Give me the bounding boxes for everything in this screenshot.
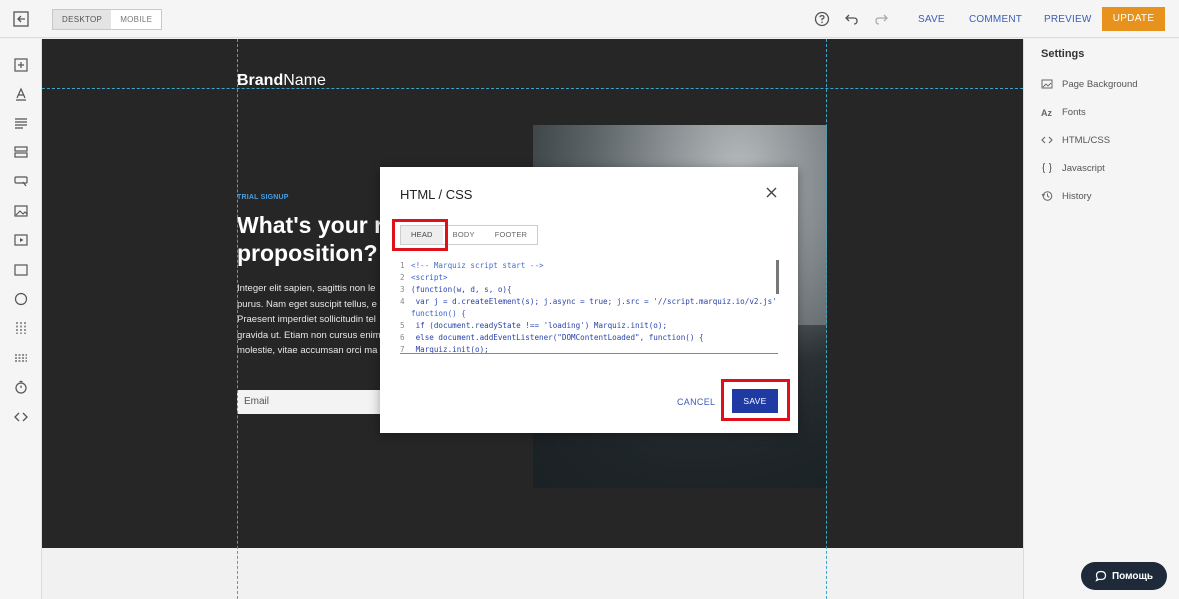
desktop-view-button[interactable]: DESKTOP xyxy=(53,10,112,29)
help-label: Помощь xyxy=(1111,570,1154,582)
text-icon[interactable] xyxy=(13,86,29,102)
code-line: 4 var j = d.createElement(s); j.async = … xyxy=(400,297,778,306)
box-icon[interactable] xyxy=(13,262,29,278)
video-icon[interactable] xyxy=(13,232,29,248)
timer-icon[interactable] xyxy=(13,379,29,395)
comment-link[interactable]: COMMENT xyxy=(969,14,1022,25)
fonts-icon: Az xyxy=(1041,108,1052,118)
settings-history[interactable]: History xyxy=(1041,188,1092,204)
help-circle-icon[interactable] xyxy=(814,11,830,27)
top-toolbar: DESKTOP MOBILE SAVE COMMENT PREVIEW UPDA… xyxy=(0,0,1179,38)
settings-page-background[interactable]: Page Background xyxy=(1041,76,1138,92)
columns-icon[interactable] xyxy=(13,320,29,336)
preview-link[interactable]: PREVIEW xyxy=(1044,14,1092,25)
canvas-footer-area xyxy=(42,548,1023,599)
code-icon xyxy=(1041,136,1053,144)
code-line: 5 if (document.readyState !== 'loading')… xyxy=(400,321,668,330)
history-icon xyxy=(1041,191,1053,201)
undo-icon[interactable] xyxy=(844,11,860,27)
highlight-save-button xyxy=(721,379,790,421)
tab-body[interactable]: BODY xyxy=(443,226,485,244)
layout-guide-left xyxy=(237,39,238,599)
add-section-icon[interactable] xyxy=(13,57,29,73)
settings-fonts[interactable]: Az Fonts xyxy=(1041,104,1086,120)
button-icon[interactable] xyxy=(13,173,29,189)
code-editor[interactable]: 1 <!-- Marquiz script start --> 2 <script>… xyxy=(400,260,778,354)
paragraph-icon[interactable] xyxy=(13,115,29,131)
image-icon[interactable] xyxy=(13,203,29,219)
device-toggle: DESKTOP MOBILE xyxy=(52,9,163,30)
code-line: 1 <!-- Marquiz script start --> xyxy=(400,261,544,270)
save-link[interactable]: SAVE xyxy=(918,14,945,25)
code-embed-icon[interactable] xyxy=(13,409,29,425)
mobile-view-button[interactable]: MOBILE xyxy=(111,10,161,29)
help-chat-button[interactable]: Помощь xyxy=(1081,562,1167,590)
code-scrollbar[interactable] xyxy=(776,260,779,294)
circle-shape-icon[interactable] xyxy=(13,291,29,307)
divider-icon[interactable] xyxy=(13,350,29,366)
settings-title: Settings xyxy=(1041,48,1085,60)
settings-panel: Settings Page Background Az Fonts HTML/C… xyxy=(1023,39,1179,599)
hero-body-text[interactable]: Integer elit sapien, sagittis non le pur… xyxy=(237,281,385,359)
braces-icon xyxy=(1042,163,1052,173)
layout-guide-top xyxy=(42,88,1023,89)
eyebrow-text[interactable]: TRIAL SIGNUP xyxy=(237,194,289,201)
code-line: 3 (function(w, d, s, o){ xyxy=(400,285,512,294)
svg-text:Az: Az xyxy=(1041,108,1052,118)
code-line: 2 <script> xyxy=(400,273,448,282)
hero-headline[interactable]: What's your r proposition? xyxy=(237,211,387,267)
left-toolbar xyxy=(0,39,42,599)
settings-javascript[interactable]: Javascript xyxy=(1041,160,1105,176)
layout-guide-right xyxy=(826,39,827,599)
redo-icon[interactable] xyxy=(873,11,889,27)
chat-bubble-icon xyxy=(1095,570,1107,582)
highlight-head-tab xyxy=(392,219,448,251)
exit-editor-icon[interactable] xyxy=(12,10,30,28)
update-button[interactable]: UPDATE xyxy=(1102,7,1165,31)
tab-footer[interactable]: FOOTER xyxy=(485,226,537,244)
cancel-button[interactable]: CANCEL xyxy=(677,397,715,407)
modal-title: HTML / CSS xyxy=(400,187,473,202)
settings-html-css[interactable]: HTML/CSS xyxy=(1041,132,1110,148)
image-icon xyxy=(1041,79,1053,89)
code-line: function() { xyxy=(411,309,466,318)
code-line: 7 Marquiz.init(o); xyxy=(400,345,489,354)
email-field[interactable]: Email xyxy=(237,390,387,414)
close-icon[interactable] xyxy=(766,187,777,198)
code-line: 6 else document.addEventListener("DOMCon… xyxy=(400,333,704,342)
form-icon[interactable] xyxy=(13,144,29,160)
